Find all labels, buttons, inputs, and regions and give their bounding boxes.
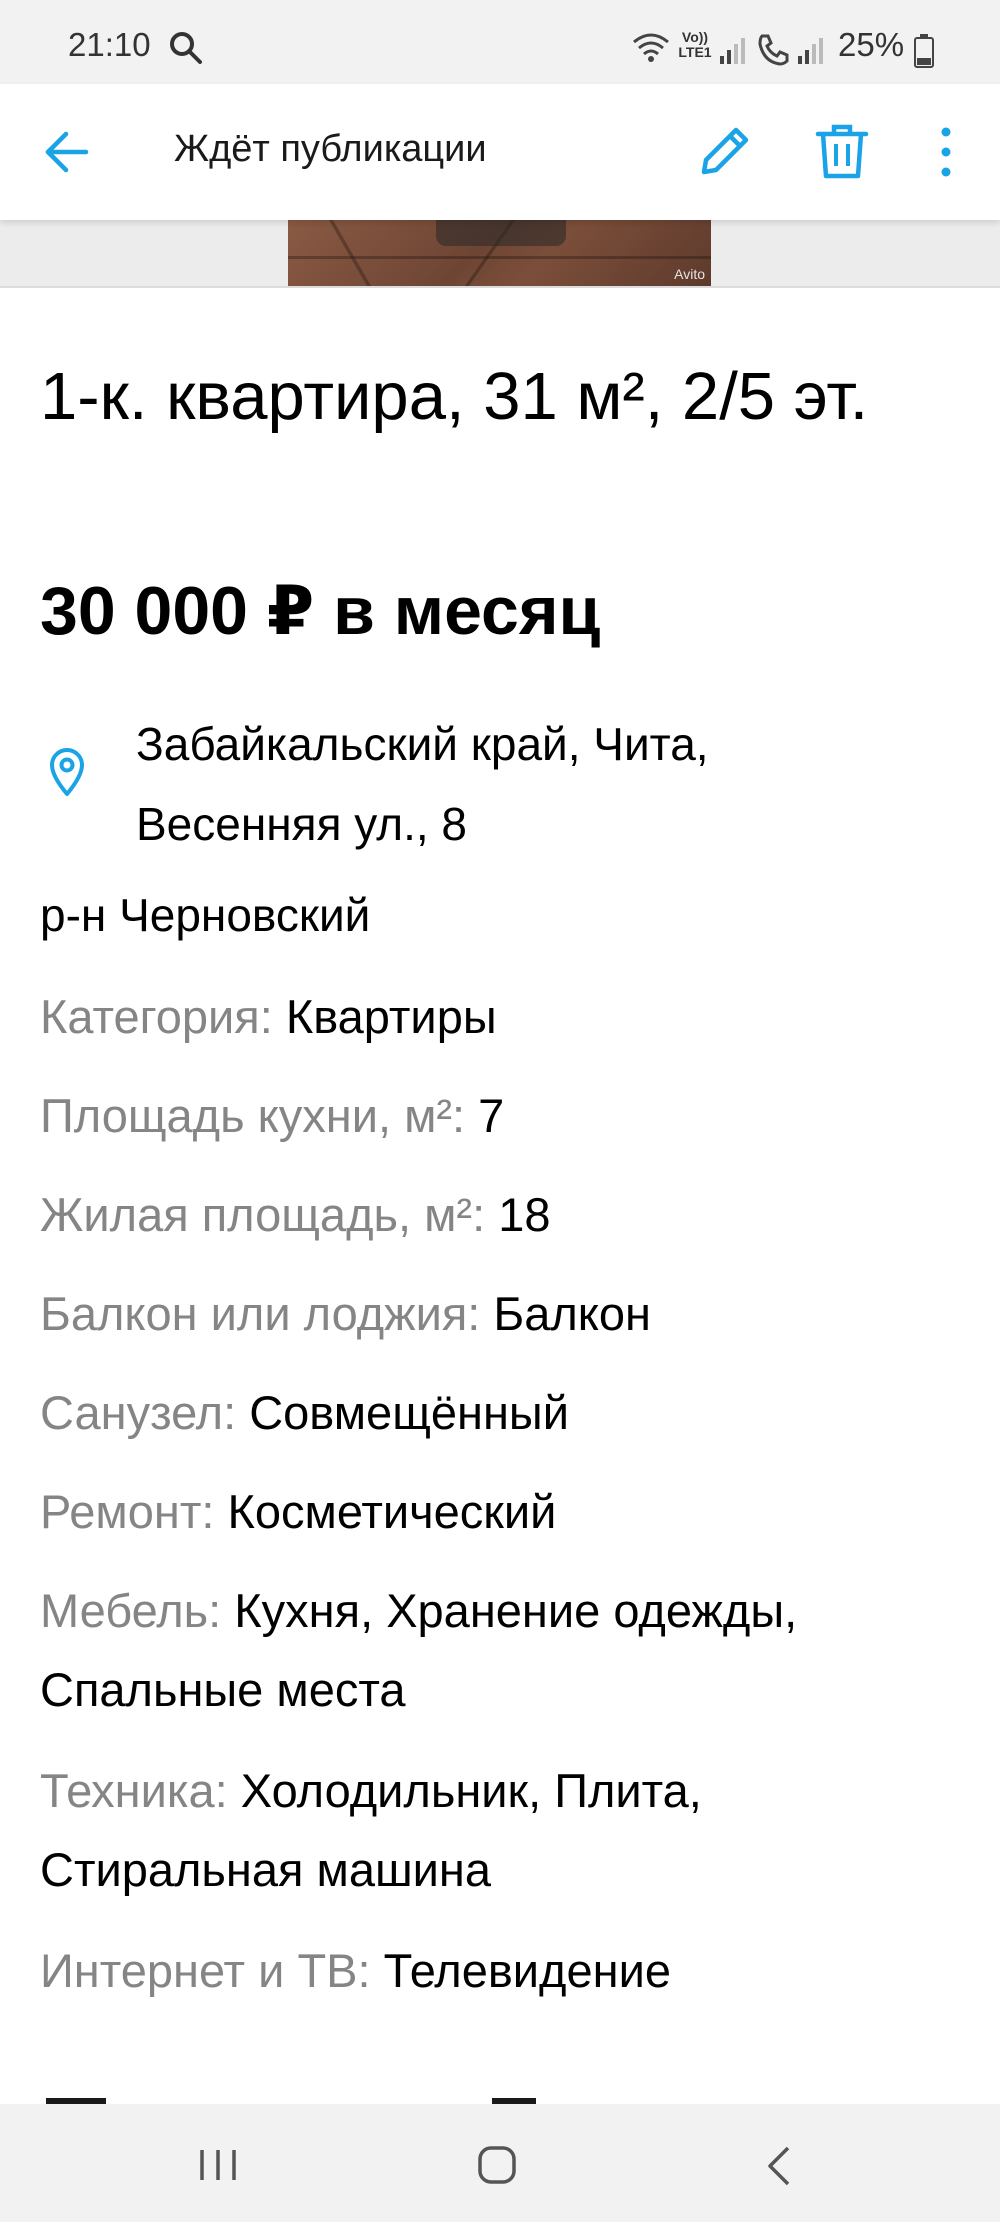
address-line-1: Забайкальский край, Чита, [136,718,709,770]
battery-percent: 25% [838,26,905,63]
param-value: Телевидение [383,1944,671,1997]
system-nav-bar [0,2104,1000,2222]
photo-counter [436,220,566,246]
param-row-category: Категория: Квартиры [40,977,960,1056]
page-title: Ждёт публикации [174,128,487,170]
param-value: Совмещённый [249,1386,569,1439]
address-text: Забайкальский край, Чита, Весенняя ул., … [136,704,709,864]
param-value: Балкон [493,1287,651,1340]
address-line-2: Весенняя ул., 8 [136,798,468,850]
param-label: Санузел: [40,1386,237,1439]
param-row-bathroom: Санузел: Совмещённый [40,1373,960,1452]
param-row-furniture: Мебель: Кухня, Хранение одежды, Спальные… [40,1571,960,1729]
battery-icon [914,34,934,68]
search-icon [170,32,202,64]
param-label: Ремонт: [40,1485,215,1538]
param-label: Категория: [40,990,273,1043]
param-row-balcony: Балкон или лоджия: Балкон [40,1274,960,1353]
more-vertical-icon[interactable] [928,124,964,180]
next-section-heading-clipped [40,2090,960,2104]
param-label: Техника: [40,1764,228,1817]
param-row-internet-tv: Интернет и ТВ: Телевидение [40,1931,960,2010]
listing-photo[interactable]: Avito [288,220,711,286]
edit-pencil-icon[interactable] [696,122,754,180]
trash-icon[interactable] [814,122,870,180]
back-chevron-icon[interactable] [764,2144,794,2188]
app-bar: Ждёт публикации [0,84,1000,220]
param-label: Жилая площадь, м²: [40,1188,486,1241]
param-value: 18 [498,1188,551,1241]
call-icon [758,34,789,66]
param-row-living-area: Жилая площадь, м²: 18 [40,1175,960,1254]
home-icon[interactable] [476,2144,518,2186]
photo-gallery[interactable]: Avito [0,220,1000,288]
recents-icon[interactable] [196,2146,240,2184]
param-value: Косметический [227,1485,557,1538]
listing-price: 30 000 ₽ в месяц [40,573,601,649]
status-time: 21:10 [68,26,151,63]
listing-title: 1-к. квартира, 31 м², 2/5 эт. [40,359,869,434]
wifi-icon [633,33,669,62]
param-value: Квартиры [285,990,497,1043]
param-label: Балкон или лоджия: [40,1287,481,1340]
param-value: 7 [478,1089,505,1142]
param-label: Интернет и ТВ: [40,1944,371,1997]
param-row-kitchen-area: Площадь кухни, м²: 7 [40,1076,960,1155]
district: р-н Черновский [40,889,371,941]
location-pin-icon [50,748,84,796]
param-label: Площадь кухни, м²: [40,1089,466,1142]
param-label: Мебель: [40,1584,222,1637]
param-row-appliances: Техника: Холодильник, Плита, Стиральная … [40,1751,960,1909]
status-bar: 21:10 Vo)) LTE1 25% [0,0,1000,84]
back-arrow-icon[interactable] [44,130,90,174]
lte-label: Vo)) LTE1 [678,29,712,60]
signal-icon [720,38,745,64]
avito-watermark: Avito [674,266,705,282]
param-row-renovation: Ремонт: Косметический [40,1472,960,1551]
signal-icon [798,38,823,64]
